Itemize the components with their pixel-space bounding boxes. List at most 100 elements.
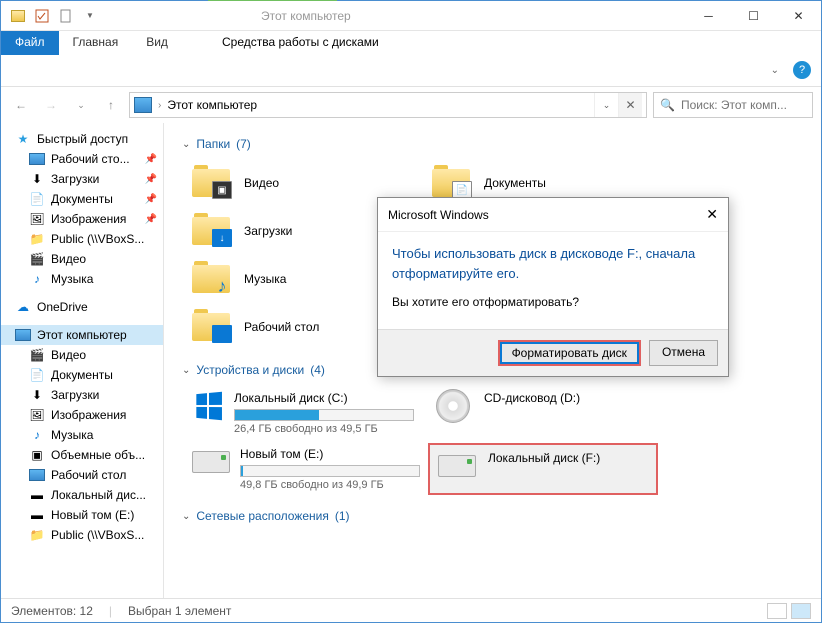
pin-icon: 📌 [145,214,157,225]
folder-icon: ↓ [192,213,234,249]
sidebar-item-downloads-pc[interactable]: ⬇Загрузки [1,385,163,405]
up-button[interactable]: ↑ [99,93,123,117]
music-icon: ♪ [29,272,45,286]
chevron-down-icon: ⌄ [182,365,190,376]
pc-icon [15,329,31,341]
star-icon: ★ [15,132,31,146]
folder-icon: 📄 [432,165,474,201]
hdd-icon [436,451,478,481]
drive-icon: ▬ [29,508,45,522]
tab-main[interactable]: Главная [59,31,133,55]
sidebar-item-videos[interactable]: 🎬Видео [1,249,163,269]
chevron-right-icon[interactable]: › [158,100,161,111]
hdd-icon [192,447,230,477]
address-bar[interactable]: › Этот компьютер ⌄ ✕ [129,92,647,118]
maximize-button[interactable]: ☐ [731,1,776,31]
sidebar-item-pictures[interactable]: 🖼Изображения📌 [1,209,163,229]
tab-view[interactable]: Вид [132,31,182,55]
forward-button[interactable]: → [39,93,63,117]
format-dialog: Microsoft Windows ✕ Чтобы использовать д… [377,197,729,377]
sidebar-item-music[interactable]: ♪Музыка [1,269,163,289]
sidebar-item-documents-pc[interactable]: 📄Документы [1,365,163,385]
pin-icon: 📌 [145,194,157,205]
tab-drive-tools[interactable]: Средства работы с дисками [208,31,393,53]
sidebar-item-3d[interactable]: ▣Объемные объ... [1,445,163,465]
folder-icon: 📁 [29,232,45,246]
pin-icon: 📌 [145,174,157,185]
desktop-icon [29,153,45,165]
sidebar-item-music-pc[interactable]: ♪Музыка [1,425,163,445]
dialog-close-button[interactable]: ✕ [706,206,718,223]
view-details-icon[interactable] [767,603,787,619]
recent-dropdown-icon[interactable]: ⌄ [69,93,93,117]
folder-icon: ♪ [192,261,234,297]
cloud-icon: ☁ [15,300,31,314]
video-icon: 🎬 [29,348,45,362]
qat-properties-icon[interactable] [31,5,53,27]
app-icon [7,5,29,27]
group-folders[interactable]: ⌄ Папки (7) [182,137,803,151]
chevron-down-icon: ⌄ [182,511,190,522]
sidebar-onedrive[interactable]: ☁OneDrive [1,297,163,317]
status-item-count: Элементов: 12 [11,604,93,618]
sidebar-item-downloads[interactable]: ⬇Загрузки📌 [1,169,163,189]
status-bar: Элементов: 12 | Выбран 1 элемент [1,598,821,622]
qat-dropdown-icon[interactable]: ▼ [79,5,101,27]
cube-icon: ▣ [29,448,45,462]
address-dropdown-icon[interactable]: ⌄ [594,93,618,117]
sidebar-item-public-pc[interactable]: 📁Public (\\VBoxS... [1,525,163,545]
refresh-button[interactable]: ✕ [618,93,642,117]
cd-icon [432,391,474,421]
drive-f[interactable]: Локальный диск (F:) [428,443,658,495]
sidebar-item-pictures-pc[interactable]: 🖼Изображения [1,405,163,425]
search-box[interactable]: 🔍 [653,92,813,118]
pictures-icon: 🖼 [29,212,45,226]
sidebar-item-drive-c[interactable]: ▬Локальный дис... [1,485,163,505]
folder-icon: ▣ [192,165,234,201]
sidebar-item-videos-pc[interactable]: 🎬Видео [1,345,163,365]
ribbon-expand-icon[interactable]: ⌄ [771,65,779,76]
downloads-icon: ⬇ [29,388,45,402]
downloads-icon: ⬇ [29,172,45,186]
navigation-bar: ← → ⌄ ↑ › Этот компьютер ⌄ ✕ 🔍 [1,87,821,123]
sidebar-quick-access[interactable]: ★Быстрый доступ [1,129,163,149]
sidebar-this-pc[interactable]: Этот компьютер [1,325,163,345]
close-button[interactable]: ✕ [776,1,821,31]
window-title: Этот компьютер [261,9,351,23]
view-tiles-icon[interactable] [791,603,811,619]
folder-icon [192,309,234,345]
sidebar-item-desktop-pc[interactable]: Рабочий стол [1,465,163,485]
search-icon: 🔍 [660,98,675,112]
status-selection: Выбран 1 элемент [128,604,231,618]
drive-d[interactable]: CD-дисковод (D:) [428,387,658,439]
drive-icon: ▬ [29,488,45,502]
documents-icon: 📄 [29,368,45,382]
qat-new-icon[interactable] [55,5,77,27]
group-network[interactable]: ⌄ Сетевые расположения (1) [182,509,803,523]
documents-icon: 📄 [29,192,45,206]
sidebar-item-documents[interactable]: 📄Документы📌 [1,189,163,209]
sidebar-item-desktop[interactable]: Рабочий сто...📌 [1,149,163,169]
drive-c[interactable]: Локальный диск (C:) 26,4 ГБ свободно из … [188,387,418,439]
dialog-message: Чтобы использовать диск в дисководе F:, … [392,244,714,283]
title-bar: ▼ Управление Этот компьютер ─ ☐ ✕ [1,1,821,31]
format-button[interactable]: Форматировать диск [498,340,641,366]
pc-icon [134,97,152,113]
folder-icon: 📁 [29,528,45,542]
navigation-pane: ★Быстрый доступ Рабочий сто...📌 ⬇Загрузк… [1,123,164,601]
pictures-icon: 🖼 [29,408,45,422]
cancel-button[interactable]: Отмена [649,340,718,366]
dialog-question: Вы хотите его отформатировать? [392,295,714,309]
ribbon: Файл Главная Вид Средства работы с диска… [1,31,821,87]
ribbon-context-group: Управление [208,0,337,1]
breadcrumb[interactable]: Этот компьютер [167,98,257,112]
minimize-button[interactable]: ─ [686,1,731,31]
pin-icon: 📌 [145,154,157,165]
help-icon[interactable]: ? [793,61,811,79]
drive-e[interactable]: Новый том (E:) 49,8 ГБ свободно из 49,9 … [188,443,418,495]
back-button[interactable]: ← [9,93,33,117]
search-input[interactable] [681,98,806,112]
tab-file[interactable]: Файл [1,31,59,55]
sidebar-item-public[interactable]: 📁Public (\\VBoxS... [1,229,163,249]
sidebar-item-drive-e[interactable]: ▬Новый том (E:) [1,505,163,525]
